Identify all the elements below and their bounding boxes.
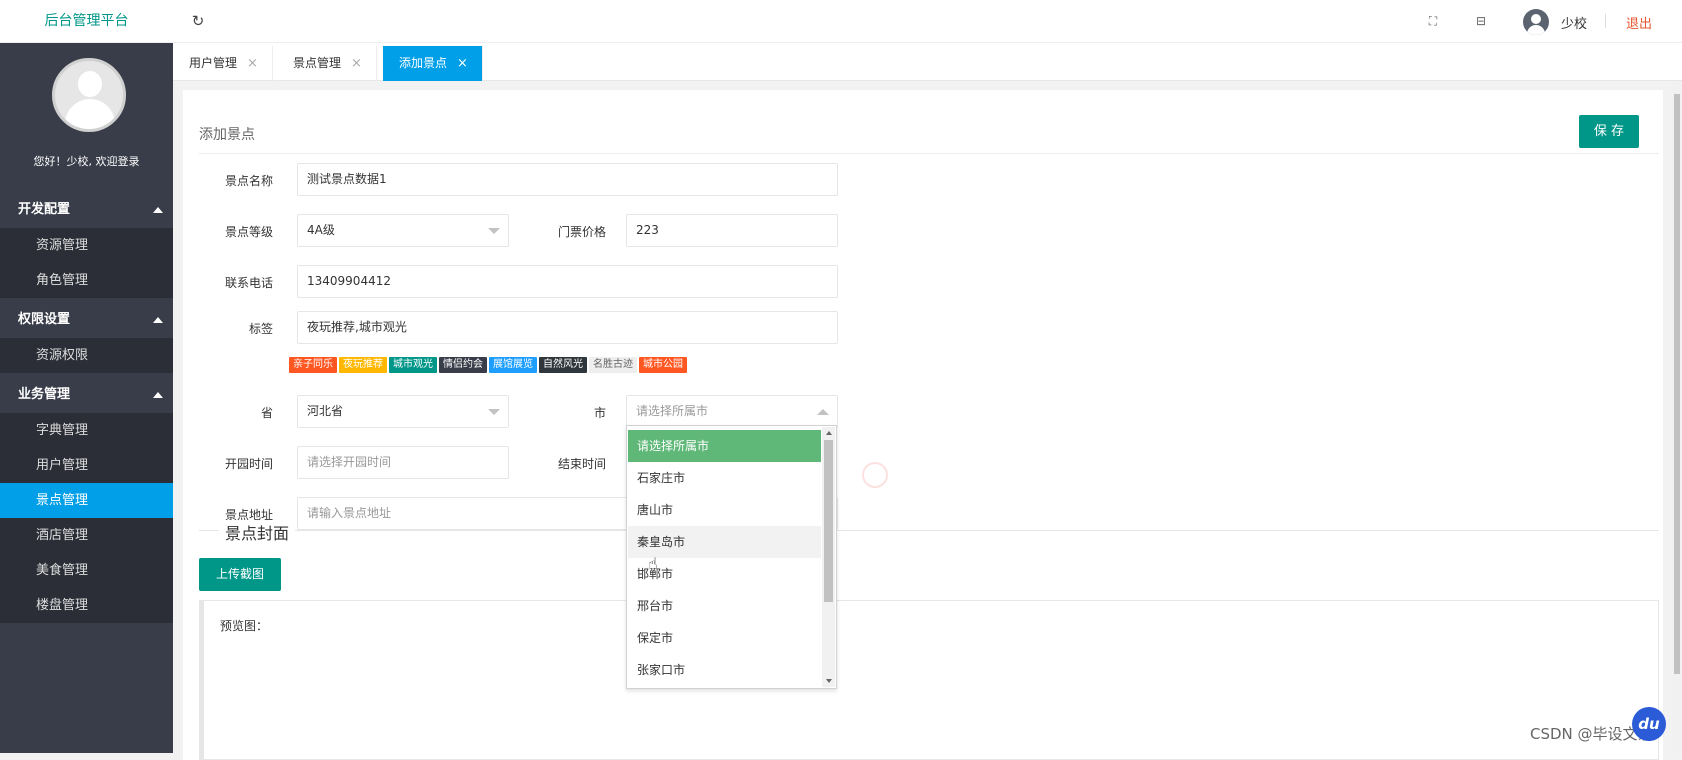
page-scrollbar[interactable]	[1672, 82, 1682, 753]
sidebar-item-property-mgmt[interactable]: 楼盘管理	[0, 588, 173, 623]
menu-group-dev-config[interactable]: 开发配置	[0, 192, 173, 228]
city-select[interactable]: 请选择所属市	[626, 395, 838, 428]
profile-avatar	[52, 58, 126, 132]
tag-chip[interactable]: 展馆展览	[489, 357, 537, 373]
sidebar-item-role-mgmt[interactable]: 角色管理	[0, 263, 173, 298]
scroll-down-icon[interactable]	[826, 679, 832, 683]
province-label: 省	[260, 406, 273, 420]
price-field[interactable]: 223	[626, 214, 838, 247]
sidebar-item-resource-perm[interactable]: 资源权限	[0, 338, 173, 373]
refresh-icon[interactable]: ↻	[188, 11, 208, 31]
welcome-text: 您好！少校, 欢迎登录	[33, 155, 140, 168]
app-logo[interactable]: 后台管理平台	[0, 0, 173, 43]
dropdown-scroll-thumb[interactable]	[824, 440, 833, 602]
logout-link[interactable]: 退出	[1626, 13, 1652, 32]
form-card: 添加景点 保 存 景点名称 测试景点数据1 景点等级 4A级 门票价格 223 …	[183, 90, 1663, 760]
assistant-bubble-icon[interactable]: du	[1632, 707, 1666, 741]
menu-group-permissions[interactable]: 权限设置	[0, 302, 173, 338]
menu-group-label: 开发配置	[18, 202, 71, 217]
menu-group-business[interactable]: 业务管理	[0, 377, 173, 413]
save-button[interactable]: 保 存	[1579, 115, 1639, 148]
level-value: 4A级	[307, 223, 335, 237]
chevron-up-icon	[817, 409, 829, 415]
top-header: 后台管理平台 ↻ ⛶ ⊟ 少校 退出	[0, 0, 1682, 43]
page-title: 添加景点	[199, 127, 255, 143]
caret-up-icon	[153, 207, 163, 213]
close-icon[interactable]: ×	[457, 56, 468, 71]
tag-chip[interactable]: 城市公园	[639, 357, 687, 373]
sidebar-item-dict-mgmt[interactable]: 字典管理	[0, 413, 173, 448]
tag-options: 亲子同乐 夜玩推荐 城市观光 情侣约会 展馆展览 自然风光 名胜古迹 城市公园	[289, 357, 689, 373]
header-divider	[1605, 14, 1606, 28]
tag-label: 标签	[248, 322, 273, 336]
tag-chip[interactable]: 亲子同乐	[289, 357, 337, 373]
phone-field[interactable]: 13409904412	[297, 265, 838, 298]
cover-divider	[199, 530, 1659, 531]
tab-label: 景点管理	[293, 56, 342, 70]
tag-field[interactable]: 夜玩推荐,城市观光	[297, 311, 838, 344]
tab-user-mgmt[interactable]: 用户管理 ×	[173, 46, 273, 81]
tag-chip[interactable]: 夜玩推荐	[339, 357, 387, 373]
chevron-down-icon	[488, 409, 500, 415]
loading-ripple	[862, 462, 888, 488]
page-scroll-thumb[interactable]	[1674, 94, 1680, 674]
sidebar-item-resource-mgmt[interactable]: 资源管理	[0, 228, 173, 263]
preview-label: 预览图：	[220, 619, 269, 633]
dropdown-option[interactable]: 请选择所属市	[628, 430, 821, 462]
city-placeholder: 请选择所属市	[636, 404, 709, 418]
preview-box: 预览图：	[199, 600, 1659, 760]
tab-scenic-mgmt[interactable]: 景点管理 ×	[277, 46, 377, 81]
tab-bar: 用户管理 × 景点管理 × 添加景点 ×	[173, 43, 1682, 81]
tag-chip[interactable]: 情侣约会	[439, 357, 487, 373]
open-time-label: 开园时间	[224, 457, 273, 471]
province-select[interactable]: 河北省	[297, 395, 509, 428]
hand-cursor-icon: ☝	[648, 554, 658, 573]
username[interactable]: 少校	[1561, 13, 1587, 32]
level-select[interactable]: 4A级	[297, 214, 509, 247]
user-avatar[interactable]	[1523, 9, 1549, 35]
open-time-field[interactable]: 请选择开园时间	[297, 446, 509, 479]
close-icon[interactable]: ×	[247, 56, 258, 71]
dropdown-option[interactable]: 张家口市	[628, 654, 821, 686]
caret-up-icon	[153, 392, 163, 398]
tag-chip[interactable]: 名胜古迹	[589, 357, 637, 373]
tag-chip[interactable]: 城市观光	[389, 357, 437, 373]
menu-group-label: 业务管理	[18, 387, 71, 402]
cover-legend: 景点封面	[219, 520, 296, 544]
main-content: 添加景点 保 存 景点名称 测试景点数据1 景点等级 4A级 门票价格 223 …	[173, 82, 1682, 760]
sidebar-item-user-mgmt[interactable]: 用户管理	[0, 448, 173, 483]
upload-button[interactable]: 上传截图	[199, 558, 281, 591]
fullscreen-icon[interactable]: ⛶	[1424, 12, 1442, 30]
dropdown-option[interactable]: 唐山市	[628, 494, 821, 526]
city-label: 市	[593, 406, 606, 420]
level-label: 景点等级	[224, 225, 273, 239]
dropdown-option[interactable]: 保定市	[628, 622, 821, 654]
name-field[interactable]: 测试景点数据1	[297, 163, 838, 196]
caret-up-icon	[153, 317, 163, 323]
close-icon[interactable]: ×	[351, 56, 362, 71]
sidebar: 您好！少校, 欢迎登录 开发配置 资源管理 角色管理 权限设置 资源权限 业务管…	[0, 43, 173, 753]
price-label: 门票价格	[557, 225, 606, 239]
tab-label: 用户管理	[189, 56, 238, 70]
menu-group-label: 权限设置	[18, 312, 71, 327]
dropdown-option[interactable]: 邢台市	[628, 590, 821, 622]
chevron-down-icon	[488, 228, 500, 234]
province-value: 河北省	[307, 404, 344, 418]
sidebar-item-hotel-mgmt[interactable]: 酒店管理	[0, 518, 173, 553]
close-time-label: 结束时间	[557, 457, 606, 471]
tag-chip[interactable]: 自然风光	[539, 357, 587, 373]
sidebar-item-scenic-mgmt[interactable]: 景点管理	[0, 483, 173, 518]
lock-icon[interactable]: ⊟	[1472, 12, 1490, 30]
name-label: 景点名称	[224, 174, 273, 188]
dropdown-option[interactable]: 石家庄市	[628, 462, 821, 494]
divider	[199, 153, 1659, 154]
phone-label: 联系电话	[224, 276, 273, 290]
tab-label: 添加景点	[399, 56, 448, 70]
scroll-up-icon[interactable]	[826, 431, 832, 435]
tab-add-scenic[interactable]: 添加景点 ×	[383, 46, 483, 81]
sidebar-item-food-mgmt[interactable]: 美食管理	[0, 553, 173, 588]
